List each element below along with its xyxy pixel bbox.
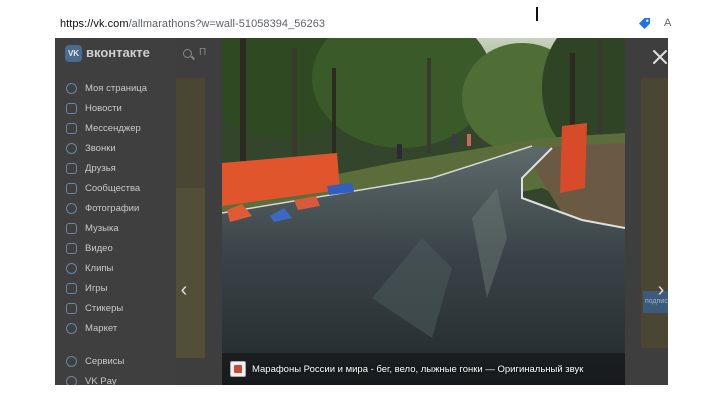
caption-text: Марафоны России и мира - бег, вело, лыжн…: [252, 363, 584, 375]
sidebar-item[interactable]: Мессенджер: [55, 118, 175, 138]
sidebar-item[interactable]: VK Pay: [55, 371, 175, 385]
sidebar-item-label: Игры: [85, 282, 108, 294]
previous-arrow-icon[interactable]: ‹: [176, 280, 192, 300]
sidebar-item-label: Звонки: [85, 142, 116, 154]
sidebar-item-label: Видео: [85, 242, 113, 254]
sidebar-item[interactable]: Звонки: [55, 138, 175, 158]
sidebar-item-label: VK Pay: [85, 375, 117, 386]
sidebar-item[interactable]: Игры: [55, 278, 175, 298]
friends-icon: [66, 162, 77, 174]
sidebar-item-label: Мессенджер: [85, 122, 141, 134]
sidebar-item-label: Моя страница: [85, 82, 148, 94]
search-icon[interactable]: [183, 49, 192, 58]
sidebar: VK вконтакте Моя страница Новости Мессендж…: [55, 38, 175, 385]
sidebar-item-label: Клипы: [85, 262, 114, 274]
music-icon: [66, 222, 77, 234]
toolbar-edge-char: A: [664, 17, 672, 29]
services-icon: [66, 355, 77, 367]
market-icon: [66, 322, 77, 334]
url-path: /allmarathons?w=wall-51058394_56263: [128, 18, 326, 30]
brand-name[interactable]: вконтакте: [86, 45, 150, 60]
sidebar-item[interactable]: Видео: [55, 238, 175, 258]
clips-icon: [66, 262, 77, 274]
search-placeholder: П: [199, 47, 207, 58]
browser-window: https://vk.com/allmarathons?w=wall-51058…: [0, 0, 720, 405]
sidebar-item-label: Стикеры: [85, 302, 124, 314]
video-caption[interactable]: Марафоны России и мира - бег, вело, лыжн…: [230, 361, 583, 377]
sidebar-item-label: Маркет: [85, 322, 118, 334]
photo-icon: [66, 202, 77, 214]
sidebar-item-label: Фотографии: [85, 202, 140, 214]
games-icon: [66, 282, 77, 294]
video-frame: [222, 38, 625, 385]
channel-avatar[interactable]: [230, 361, 246, 377]
sidebar-item-label: Сервисы: [85, 355, 125, 367]
sidebar-item[interactable]: Новости: [55, 98, 175, 118]
sidebar-item[interactable]: Маркет: [55, 318, 175, 338]
news-icon: [66, 102, 77, 114]
sidebar-item-label: Музыка: [85, 222, 119, 234]
vk-logo-icon[interactable]: VK: [65, 45, 82, 62]
feed-post-image: [176, 188, 205, 358]
stickers-icon: [66, 302, 77, 314]
tag-icon[interactable]: [638, 17, 651, 30]
sidebar-menu: Моя страница Новости Мессенджер Звонки Друзь…: [55, 78, 175, 385]
sidebar-item[interactable]: Сообщества: [55, 178, 175, 198]
sidebar-item-label: Сообщества: [85, 182, 141, 194]
next-arrow-icon[interactable]: ›: [653, 280, 669, 300]
sidebar-item[interactable]: Моя страница: [55, 78, 175, 98]
sidebar-item[interactable]: Друзья: [55, 158, 175, 178]
sidebar-item[interactable]: Стикеры: [55, 298, 175, 318]
communities-icon: [66, 182, 77, 194]
sidebar-item-label: Новости: [85, 102, 122, 114]
address-bar[interactable]: https://vk.com/allmarathons?w=wall-51058…: [0, 0, 720, 38]
video-icon: [66, 242, 77, 254]
message-icon: [66, 122, 77, 134]
sidebar-item[interactable]: Сервисы: [55, 351, 175, 371]
close-icon[interactable]: [651, 48, 669, 66]
text-cursor: [536, 7, 538, 21]
sidebar-item[interactable]: Клипы: [55, 258, 175, 278]
sidebar-divider: [55, 338, 175, 351]
vkpay-icon: [66, 375, 77, 385]
phone-icon: [66, 142, 77, 154]
sidebar-item[interactable]: Музыка: [55, 218, 175, 238]
url-text[interactable]: https://vk.com/allmarathons?w=wall-51058…: [60, 18, 325, 30]
sidebar-item-label: Друзья: [85, 162, 116, 174]
user-circle-icon: [66, 82, 77, 94]
sidebar-item[interactable]: Фотографии: [55, 198, 175, 218]
video-player[interactable]: Марафоны России и мира - бег, вело, лыжн…: [222, 38, 625, 385]
url-host: https://vk.com: [60, 18, 129, 30]
